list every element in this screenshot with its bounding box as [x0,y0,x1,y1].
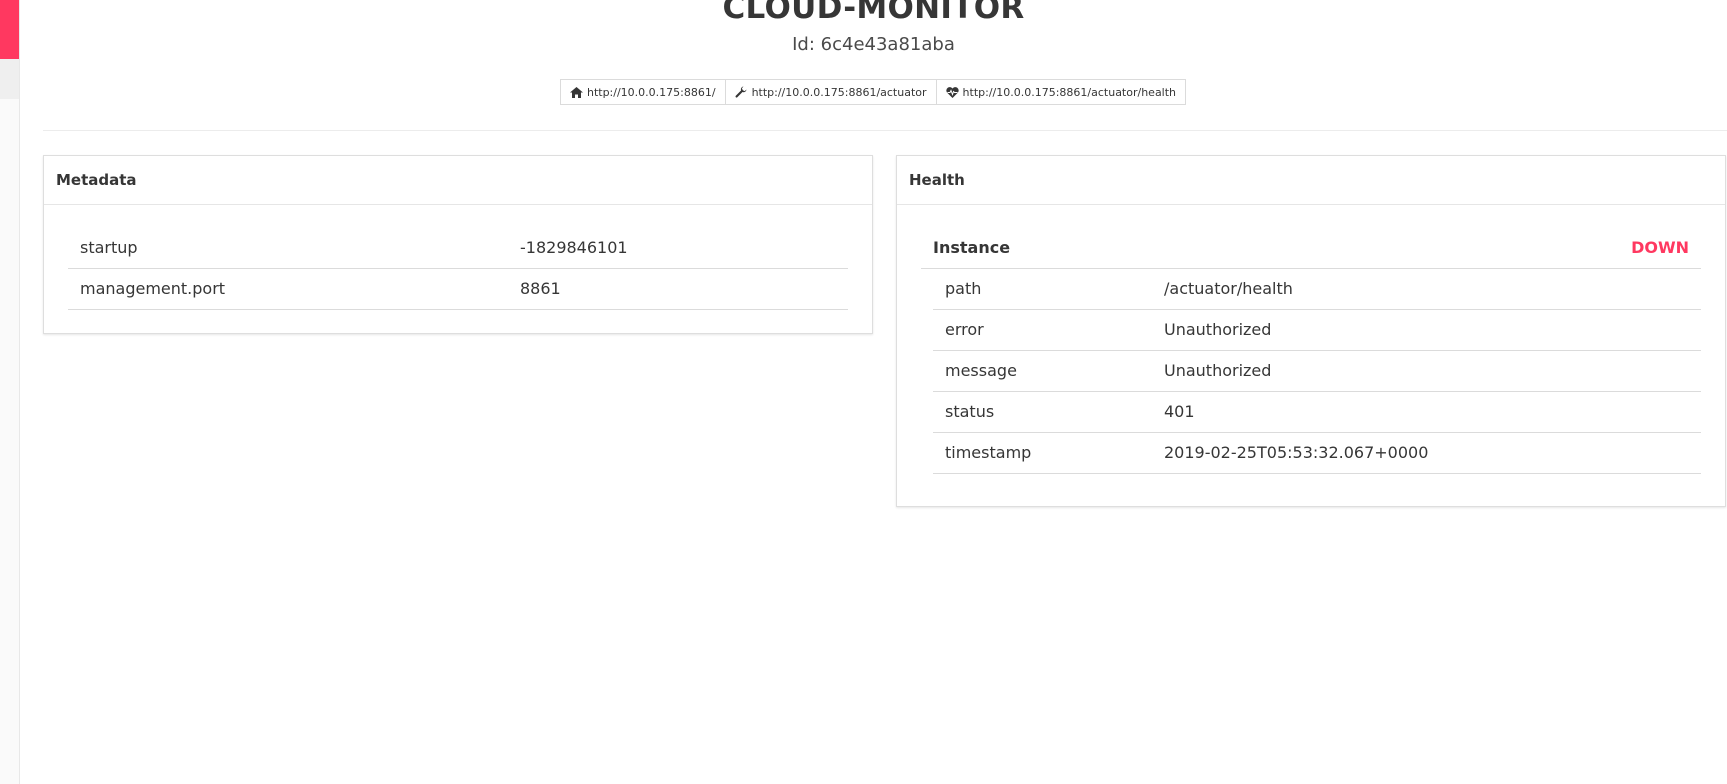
health-row-status: status 401 [933,392,1701,433]
health-row-timestamp: timestamp 2019-02-25T05:53:32.067+0000 [933,433,1701,474]
health-value: Unauthorized [1164,361,1272,380]
wrench-icon [735,86,748,98]
health-card-title: Health [897,156,1725,205]
health-card: Health Instance DOWN path /actuator/heal… [896,155,1726,507]
health-key: error [945,320,984,339]
metadata-card-title: Metadata [44,156,872,205]
metadata-card: Metadata startup -1829846101 management.… [43,155,873,334]
health-value: 2019-02-25T05:53:32.067+0000 [1164,443,1429,462]
home-url-label: http://10.0.0.175:8861/ [586,85,716,99]
health-url-link[interactable]: http://10.0.0.175:8861/actuator/health [935,79,1187,105]
management-url-link[interactable]: http://10.0.0.175:8861/actuator [724,79,937,105]
home-icon [569,86,583,98]
metadata-row-startup: startup -1829846101 [68,228,848,269]
health-row-message: message Unauthorized [933,351,1701,392]
health-key: path [945,279,982,298]
instance-id: Id: 6c4e43a81aba [792,34,955,55]
management-url-label: http://10.0.0.175:8861/actuator [751,85,927,99]
metadata-key: startup [80,238,138,257]
metadata-value: -1829846101 [520,238,628,257]
health-row-error: error Unauthorized [933,310,1701,351]
app-title: CLOUD-MONITOR [722,0,1025,26]
heartbeat-icon [945,86,959,98]
metadata-key: management.port [80,279,226,298]
health-value: 401 [1164,402,1195,421]
home-url-link[interactable]: http://10.0.0.175:8861/ [559,79,726,105]
health-value: /actuator/health [1164,279,1293,298]
metadata-value: 8861 [520,279,561,298]
metadata-row-management-port: management.port 8861 [68,269,848,310]
health-key: message [945,361,1017,380]
health-row-path: path /actuator/health [933,269,1701,310]
health-key: status [945,402,995,421]
sidebar [0,0,20,784]
main-content: CLOUD-MONITOR Id: 6c4e43a81aba http://10… [20,0,1727,784]
health-instance-row: Instance DOWN [921,228,1701,269]
sidebar-item[interactable] [0,59,19,99]
health-url-label: http://10.0.0.175:8861/actuator/health [962,85,1177,99]
header-divider [43,130,1727,131]
health-key: timestamp [945,443,1032,462]
status-badge: DOWN [1631,238,1689,257]
endpoint-links: http://10.0.0.175:8861/ http://10.0.0.17… [20,79,1727,105]
instance-label: Instance [933,238,1011,257]
sidebar-active-indicator[interactable] [0,0,19,59]
health-value: Unauthorized [1164,320,1272,339]
